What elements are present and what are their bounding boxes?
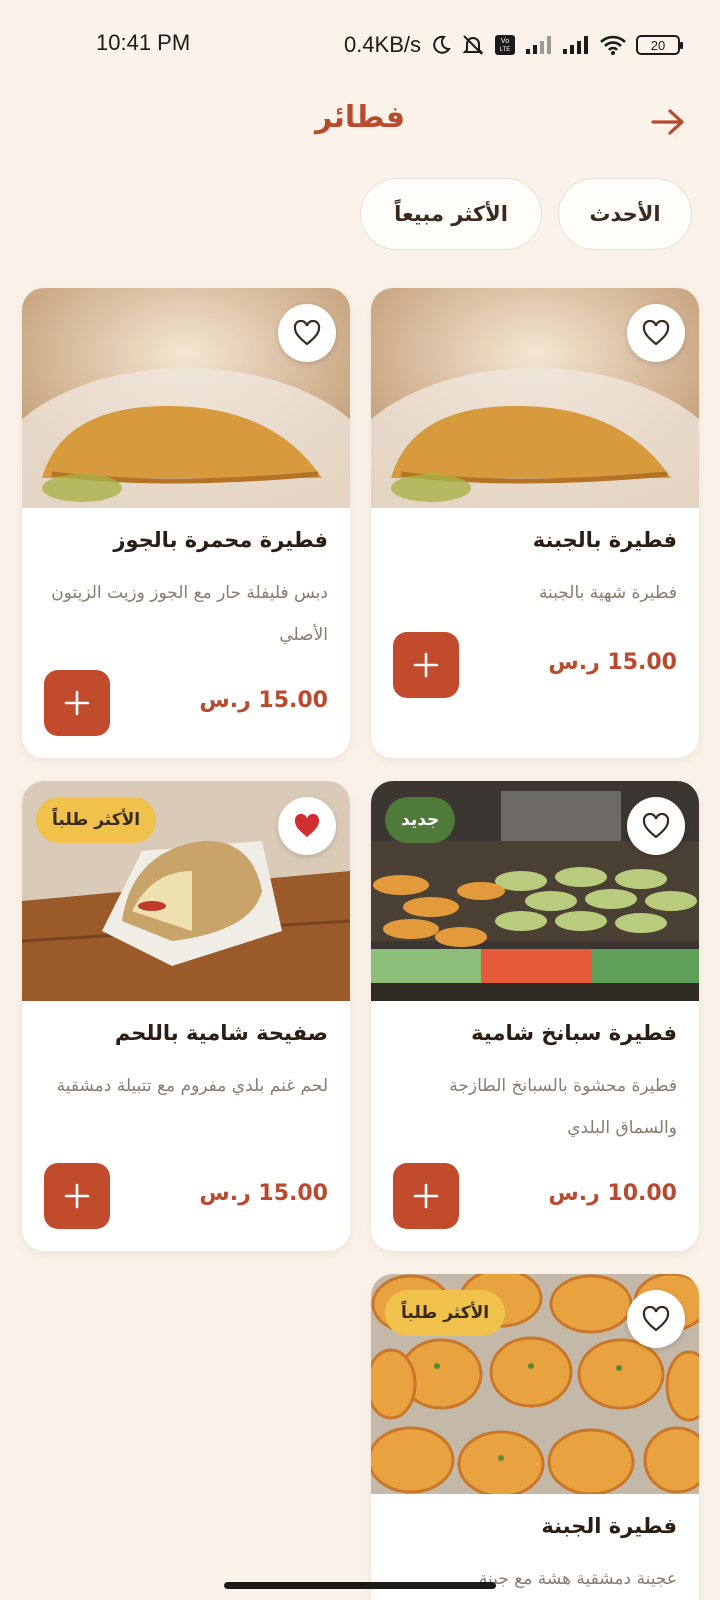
heart-outline-icon — [642, 320, 670, 346]
heart-outline-icon — [642, 1306, 670, 1332]
plus-icon — [64, 1183, 90, 1209]
product-image: جديد — [371, 781, 699, 1001]
svg-text:LTE: LTE — [500, 47, 511, 53]
favorite-button[interactable] — [627, 304, 685, 362]
product-description: عجينة دمشقية هشة مع جبنة — [478, 1569, 677, 1589]
product-card[interactable]: الأكثر طلباً فطيرة الجبنة عجينة دمشقية ه… — [371, 1274, 699, 1600]
product-price: 10.00 ر.س — [548, 1181, 677, 1206]
favorite-button[interactable] — [278, 304, 336, 362]
plus-icon — [64, 690, 90, 716]
home-indicator[interactable] — [224, 1582, 496, 1589]
signal-icon — [563, 36, 588, 54]
add-to-cart-button[interactable] — [44, 1163, 110, 1229]
back-button[interactable] — [646, 104, 690, 140]
filter-best-selling-chip[interactable]: الأكثر مبيعاً — [360, 178, 542, 250]
moon-icon — [433, 35, 451, 54]
product-image: الأكثر طلباً — [22, 781, 350, 1001]
status-time: 10:41 PM — [96, 30, 191, 55]
wifi-icon — [600, 35, 626, 55]
plus-icon — [413, 1183, 439, 1209]
favorite-button[interactable] — [627, 797, 685, 855]
add-to-cart-button[interactable] — [44, 670, 110, 736]
battery-icon: 20 — [636, 35, 683, 55]
page-title: فطائر — [314, 100, 406, 135]
product-price: 15.00 ر.س — [199, 688, 328, 713]
product-name: فطيرة محمرة بالجوز — [113, 528, 328, 552]
product-card[interactable]: فطيرة بالجبنة فطيرة شهية بالجبنة 15.00 ر… — [371, 288, 699, 758]
favorite-button[interactable] — [278, 797, 336, 855]
arrow-right-icon — [651, 109, 684, 135]
product-description: لحم غنم بلدي مفروم مع تتبيلة دمشقية — [56, 1076, 328, 1096]
heart-filled-icon — [294, 813, 320, 837]
volte-icon: Vo LTE — [495, 35, 515, 55]
status-bar: 10:41 PM 0.4KB/s Vo LTE 20 — [0, 0, 720, 90]
product-description: فطيرة شهية بالجبنة — [538, 583, 677, 603]
status-icons: 0.4KB/s Vo LTE 20 — [343, 30, 683, 60]
product-description: دبس فليفلة حار مع الجوز وزيت الزيتون الأ… — [51, 583, 328, 645]
product-card[interactable]: فطيرة محمرة بالجوز دبس فليفلة حار مع الج… — [22, 288, 350, 758]
heart-outline-icon — [642, 813, 670, 839]
product-image: الأكثر طلباً — [371, 1274, 699, 1494]
product-name: فطيرة بالجبنة — [532, 528, 677, 552]
popular-badge: الأكثر طلباً — [36, 797, 157, 843]
add-to-cart-button[interactable] — [393, 1163, 459, 1229]
product-card[interactable]: الأكثر طلباً صفيحة شامية باللحم لحم غنم … — [22, 781, 350, 1251]
product-image — [22, 288, 350, 508]
filter-newest-chip[interactable]: الأحدث — [558, 178, 692, 250]
plus-icon — [413, 652, 439, 678]
product-name: فطيرة الجبنة — [541, 1514, 677, 1538]
add-to-cart-button[interactable] — [393, 632, 459, 698]
mute-icon — [462, 35, 484, 55]
product-price: 15.00 ر.س — [199, 1181, 328, 1206]
svg-text:Vo: Vo — [501, 38, 509, 45]
product-price: 15.00 ر.س — [548, 650, 677, 675]
favorite-button[interactable] — [627, 1290, 685, 1348]
product-name: فطيرة سبانخ شامية — [471, 1021, 677, 1045]
heart-outline-icon — [293, 320, 321, 346]
net-speed: 0.4KB/s — [343, 32, 421, 57]
popular-badge: الأكثر طلباً — [385, 1290, 506, 1336]
product-description: فطيرة محشوة بالسبانخ الطازجة والسماق الب… — [449, 1076, 677, 1138]
product-card[interactable]: جديد فطيرة سبانخ شامية فطيرة محشوة بالسب… — [371, 781, 699, 1251]
new-badge: جديد — [385, 797, 456, 843]
signal-icon — [526, 36, 551, 54]
product-name: صفيحة شامية باللحم — [114, 1021, 328, 1045]
product-image — [371, 288, 699, 508]
